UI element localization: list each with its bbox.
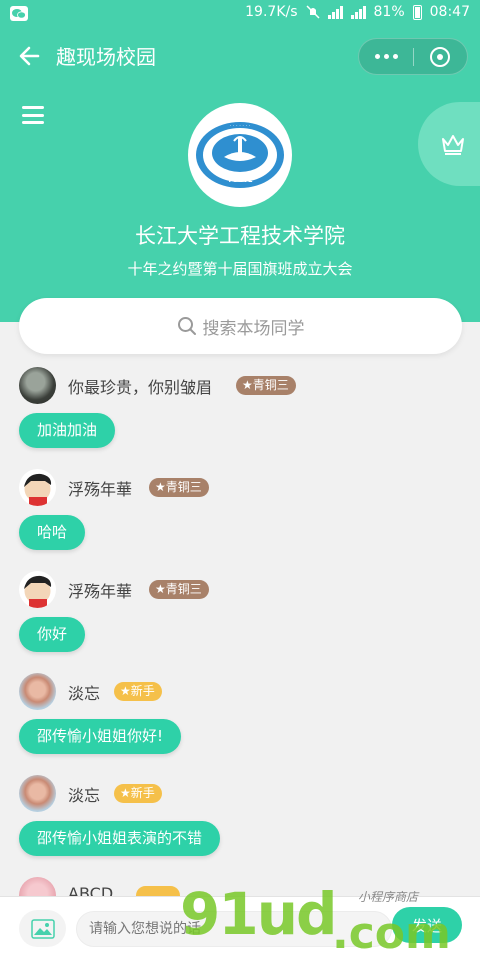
svg-text:· · · · · · ·: · · · · · · · [230, 123, 251, 129]
list-item: 浮殇年華 ★青铜三 你好 [0, 564, 480, 666]
more-options-button[interactable] [359, 38, 413, 75]
avatar[interactable] [19, 571, 56, 608]
image-upload-button[interactable] [19, 910, 66, 947]
logo-text: YUCTE [226, 176, 253, 184]
status-bar: 19.7K/s 81% 08:47 [0, 0, 480, 28]
list-item: 你最珍贵，你别皱眉 ★青铜三 加油加油 [0, 360, 480, 462]
hamburger-menu-icon[interactable] [22, 106, 44, 124]
send-button[interactable]: 发送 [392, 907, 462, 943]
search-bar[interactable]: 搜索本场同学 [19, 298, 462, 354]
search-placeholder: 搜索本场同学 [202, 318, 305, 339]
avatar[interactable] [19, 673, 56, 710]
message-bubble: 哈哈 [19, 515, 86, 550]
rank-badge: ★青铜三 [149, 580, 209, 599]
mini-program-capsule [358, 38, 468, 75]
message-bubble: 你好 [19, 617, 86, 652]
rank-badge-label: 青铜三 [165, 480, 202, 494]
user-name: 浮殇年華 [68, 582, 133, 601]
ranking-crown-button[interactable] [418, 102, 480, 186]
avatar[interactable] [19, 775, 56, 812]
school-logo: YUCTE · · · · · · · [188, 103, 292, 207]
wechat-icon [10, 6, 28, 21]
rank-badge-label: 青铜三 [165, 582, 202, 596]
list-item: 淡忘 ★新手 邵传愉小姐姐表演的不错 [0, 768, 480, 870]
clock: 08:47 [429, 4, 470, 20]
event-subtitle: 十年之约暨第十届国旗班成立大会 [127, 260, 353, 278]
message-bubble: 邵传愉小姐姐表演的不错 [19, 821, 221, 856]
signal-icon [327, 5, 343, 19]
image-icon [30, 918, 55, 939]
event-header: 趣现场校园 YUCTE · · · · · · · 长江大学工程技术学院 十年之… [0, 28, 480, 322]
message-input[interactable] [76, 911, 392, 947]
battery-icon [412, 4, 422, 20]
message-bubble: 加油加油 [19, 413, 116, 448]
close-mini-program-button[interactable] [414, 38, 467, 75]
user-name: 你最珍贵，你别皱眉 [68, 378, 213, 397]
user-name: 淡忘 [68, 684, 101, 703]
crown-icon [442, 135, 464, 155]
rank-badge-label: 新手 [130, 684, 155, 698]
user-name: 浮殇年華 [68, 480, 133, 499]
school-emblem-icon: YUCTE · · · · · · · [196, 122, 284, 188]
avatar[interactable] [19, 469, 56, 506]
battery-percent: 81% [373, 4, 405, 20]
rank-badge: ★青铜三 [236, 376, 296, 395]
rank-badge-label: 青铜三 [252, 378, 289, 392]
school-name: 长江大学工程技术学院 [135, 224, 345, 248]
rank-badge-label: 新手 [130, 786, 155, 800]
list-item: 浮殇年華 ★青铜三 哈哈 [0, 462, 480, 564]
nav-bar: 趣现场校园 [0, 28, 480, 84]
user-name: ABCD [68, 884, 114, 896]
message-list: 你最珍贵，你别皱眉 ★青铜三 加油加油 浮殇年華 ★青铜三 哈哈 浮殇年華 ★青… [0, 360, 480, 896]
list-item: 淡忘 ★新手 邵传愉小姐姐你好! [0, 666, 480, 768]
signal-icon-2 [350, 5, 366, 19]
page-title: 趣现场校园 [56, 45, 156, 69]
message-bubble: 邵传愉小姐姐你好! [19, 719, 182, 754]
mute-icon [305, 5, 320, 19]
list-item: ABCD [0, 870, 480, 896]
user-name: 淡忘 [68, 786, 101, 805]
avatar[interactable] [19, 877, 56, 896]
rank-badge: ★新手 [114, 784, 162, 803]
chat-input-bar: 发送 [0, 896, 480, 960]
rank-badge: ★青铜三 [149, 478, 209, 497]
search-icon [177, 317, 196, 335]
back-arrow-icon[interactable] [16, 42, 44, 70]
avatar[interactable] [19, 367, 56, 404]
rank-badge: ★新手 [114, 682, 162, 701]
network-speed: 19.7K/s [245, 4, 298, 20]
rank-badge [136, 886, 180, 896]
